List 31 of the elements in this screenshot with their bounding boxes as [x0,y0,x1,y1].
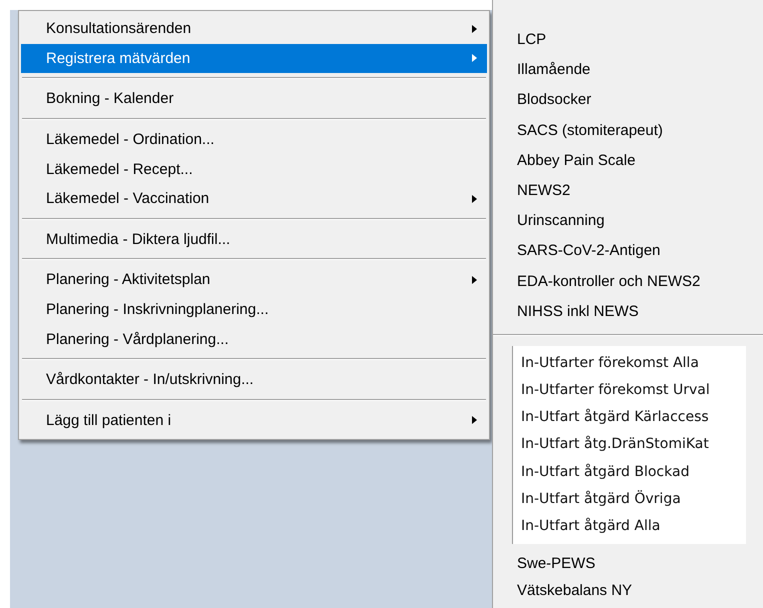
list-item[interactable]: In-Utfart åtgärd Alla [521,513,746,540]
menu-item[interactable]: Bokning - Kalender [21,84,487,114]
menu-item[interactable]: Swe-PEWS [493,550,763,578]
menu-item[interactable]: Lägg till patienten i [21,406,487,436]
menu-item[interactable]: SACS (stomiterapeut) [493,116,763,146]
menu-item[interactable]: Multimedia - Diktera ljudfil... [21,224,487,254]
list-item[interactable]: In-Utfart åtg.DränStomiKat [521,431,746,459]
menu-item[interactable]: Vätskebalans NY [493,577,763,604]
menu-item[interactable]: Läkemedel - Ordination... [21,124,487,154]
menu-item[interactable]: SARS-CoV-2-Antigen [493,236,763,266]
menu-item[interactable]: LCP [493,25,763,56]
menu-item[interactable]: NIHSS inkl NEWS [493,296,763,327]
menu-item[interactable]: Planering - Vårdplanering... [21,324,487,354]
list-item[interactable]: In-Utfarter förekomst Urval [521,377,746,404]
list-item[interactable]: In-Utfart åtgärd Blockad [521,458,746,486]
list-item[interactable]: In-Utfarter förekomst Alla [521,350,746,378]
menu-item[interactable]: Läkemedel - Recept... [21,154,487,184]
menu-item[interactable]: Konsultationsärenden [21,14,487,44]
menu-item[interactable]: Blodsocker [493,85,763,116]
menu-item[interactable]: Abbey Pain Scale [493,146,763,176]
menu-item[interactable]: NEWS2 [493,176,763,206]
menu-item[interactable]: EDA-kontroller och NEWS2 [493,266,763,297]
list-item[interactable]: In-Utfart åtgärd Övriga [521,486,746,513]
menu-item[interactable]: Vårdkontakter - In/utskrivning... [21,364,487,395]
menu-item[interactable]: Registrera mätvärden [21,44,487,74]
menu-item[interactable]: Läkemedel - Vaccination [21,184,487,214]
menu-item[interactable]: Urinscanning [493,206,763,236]
menu-item[interactable]: Illamående [493,55,763,86]
list-item[interactable]: In-Utfart åtgärd Kärlaccess [521,404,746,432]
menu-item[interactable]: Planering - Aktivitetsplan [21,265,487,295]
menu-item[interactable]: Planering - Inskrivningplanering... [21,294,487,324]
